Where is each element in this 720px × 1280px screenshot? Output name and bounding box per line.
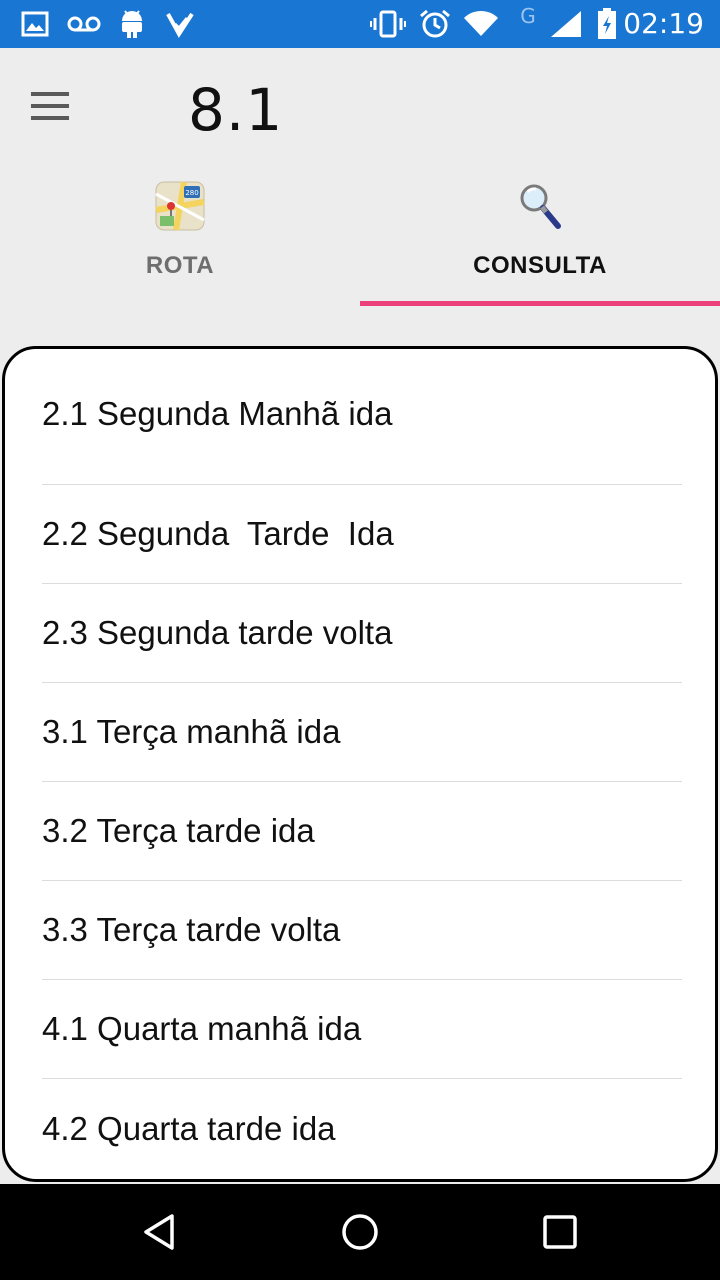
check-app-icon	[164, 0, 196, 48]
recents-icon[interactable]	[530, 1202, 590, 1262]
list-item[interactable]: 3.1 Terça manhã ida	[42, 683, 682, 782]
network-type-label: G	[520, 4, 536, 28]
navigation-bar	[0, 1184, 720, 1280]
route-list: 2.1 Segunda Manhã ida 2.2 Segunda Tarde …	[42, 349, 682, 1178]
back-icon[interactable]	[130, 1202, 190, 1262]
hamburger-menu-icon[interactable]	[22, 78, 78, 134]
magnifier-icon	[514, 180, 566, 232]
map-icon: 280	[154, 180, 206, 232]
list-item-label: 2.3 Segunda tarde volta	[42, 614, 393, 651]
list-item-label: 4.1 Quarta manhã ida	[42, 1010, 362, 1047]
tab-rota-label: ROTA	[145, 252, 215, 279]
wifi-icon	[462, 0, 500, 48]
tab-rota[interactable]: 280 ROTA	[0, 170, 360, 306]
app-bar: 8.1	[0, 48, 720, 170]
home-icon[interactable]	[330, 1202, 390, 1262]
status-time: 02:19	[623, 7, 704, 40]
list-item[interactable]: 2.3 Segunda tarde volta	[42, 584, 682, 683]
tab-bar: 280 ROTA CONSULTA	[0, 170, 720, 306]
tab-consulta-label: CONSULTA	[473, 252, 607, 279]
route-list-card: 2.1 Segunda Manhã ida 2.2 Segunda Tarde …	[2, 346, 718, 1182]
list-item-label: 3.1 Terça manhã ida	[42, 713, 341, 750]
list-item[interactable]: 3.3 Terça tarde volta	[42, 881, 682, 980]
list-item[interactable]: 3.2 Terça tarde ida	[42, 782, 682, 881]
svg-text:280: 280	[185, 189, 198, 197]
voicemail-icon	[66, 0, 102, 48]
list-item[interactable]: 2.2 Segunda Tarde Ida	[42, 485, 682, 584]
list-item-label: 2.2 Segunda Tarde Ida	[42, 515, 394, 552]
tab-consulta[interactable]: CONSULTA	[360, 170, 720, 306]
alarm-icon	[418, 0, 452, 48]
signal-icon	[548, 0, 584, 48]
active-tab-indicator	[360, 301, 720, 306]
list-item-label: 2.1 Segunda Manhã ida	[42, 395, 393, 432]
list-item-label: 4.2 Quarta tarde ida	[42, 1109, 336, 1147]
android-icon	[118, 0, 146, 48]
list-item[interactable]: 4.2 Quarta tarde ida	[42, 1079, 682, 1178]
list-item-label: 3.2 Terça tarde ida	[42, 812, 315, 849]
list-item-label: 3.3 Terça tarde volta	[42, 911, 341, 948]
status-bar: G 02:19	[0, 0, 720, 48]
vibrate-icon	[370, 0, 406, 48]
page-title: 8.1	[188, 76, 284, 144]
list-item[interactable]: 4.1 Quarta manhã ida	[42, 980, 682, 1079]
image-icon	[20, 0, 50, 48]
battery-icon	[596, 0, 618, 48]
list-item[interactable]: 2.1 Segunda Manhã ida	[42, 349, 682, 485]
